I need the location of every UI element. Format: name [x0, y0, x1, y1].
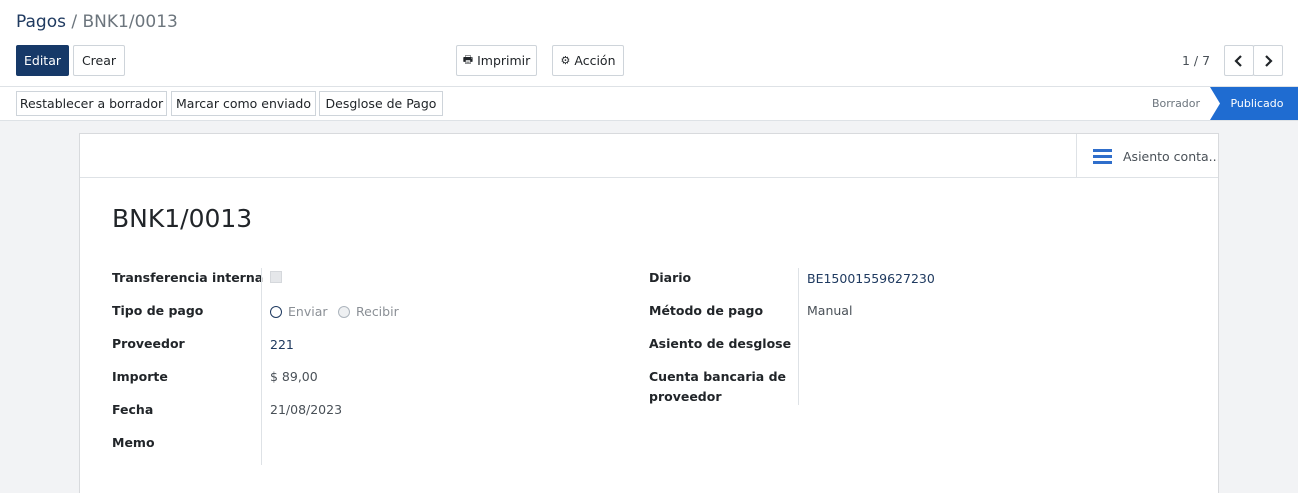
status-bar: Restablecer a borrador Marcar como envia…	[0, 87, 1298, 121]
partner-value[interactable]: 221	[270, 337, 294, 352]
internal-transfer-label: Transferencia interna	[112, 270, 264, 285]
journal-value[interactable]: BE15001559627230	[807, 271, 935, 286]
journal-entry-smart-button[interactable]: Asiento conta...	[1076, 134, 1218, 178]
bars-icon	[1093, 148, 1112, 164]
right-group-divider	[798, 268, 799, 405]
print-button[interactable]: 🖶 Imprimir	[456, 45, 537, 76]
amount-label: Importe	[112, 369, 168, 384]
internal-transfer-checkbox[interactable]	[270, 271, 282, 283]
smart-button-label: Asiento conta...	[1123, 148, 1218, 164]
payment-type-label: Tipo de pago	[112, 303, 204, 318]
payment-type-send-label: Enviar	[288, 304, 328, 319]
radio-selected-icon	[270, 305, 282, 318]
record-title: BNK1/0013	[112, 204, 253, 233]
payment-breakdown-button[interactable]: Desglose de Pago	[319, 91, 443, 116]
action-button[interactable]: ⚙ Acción	[552, 45, 624, 76]
pager-value[interactable]: 1 / 7	[1182, 53, 1210, 68]
breadcrumb-parent-link[interactable]: Pagos	[16, 12, 66, 32]
form-sheet: Asiento conta... BNK1/0013 Transferencia…	[79, 133, 1219, 493]
payment-type-receive-label: Recibir	[356, 304, 399, 319]
date-value: 21/08/2023	[270, 402, 343, 417]
print-label: Imprimir	[477, 53, 531, 68]
stage-draft: Borrador	[1151, 97, 1201, 110]
partner-bank-label-line2: proveedor	[649, 389, 722, 404]
date-label: Fecha	[112, 402, 154, 417]
payment-method-value: Manual	[807, 303, 853, 318]
edit-button[interactable]: Editar	[16, 45, 69, 76]
memo-label: Memo	[112, 435, 155, 450]
amount-value: $ 89,00	[270, 369, 318, 384]
pager-next-button[interactable]	[1253, 45, 1283, 76]
button-box: Asiento conta...	[80, 134, 1218, 178]
gear-icon: ⚙	[560, 54, 571, 67]
breakdown-entry-label: Asiento de desglose	[649, 336, 792, 351]
partner-bank-label-line1: Cuenta bancaria de	[649, 369, 786, 384]
pager-previous-button[interactable]	[1224, 45, 1254, 76]
payment-method-label: Método de pago	[649, 303, 764, 318]
chevron-left-icon	[1234, 54, 1242, 67]
radio-unselected-icon	[338, 305, 350, 318]
print-icon: 🖶	[462, 53, 474, 66]
stage-posted: Publicado	[1210, 87, 1298, 120]
reset-to-draft-button[interactable]: Restablecer a borrador	[16, 91, 167, 116]
breadcrumb: Pagos / BNK1/0013	[16, 12, 178, 32]
payment-type-receive-radio[interactable]: Recibir	[338, 304, 399, 319]
partner-label: Proveedor	[112, 336, 185, 351]
form-content: Asiento conta... BNK1/0013 Transferencia…	[0, 121, 1298, 493]
chevron-right-icon	[1265, 54, 1273, 67]
payment-type-send-radio[interactable]: Enviar	[270, 304, 328, 319]
create-button[interactable]: Crear	[73, 45, 125, 76]
breadcrumb-separator: /	[71, 12, 78, 32]
mark-as-sent-button[interactable]: Marcar como enviado	[171, 91, 316, 116]
breadcrumb-current: BNK1/0013	[82, 12, 178, 32]
action-label: Acción	[574, 53, 616, 68]
control-panel: Pagos / BNK1/0013 Editar Crear 🖶 Imprimi…	[0, 0, 1298, 87]
journal-label: Diario	[649, 270, 692, 285]
left-group-divider	[261, 268, 262, 465]
